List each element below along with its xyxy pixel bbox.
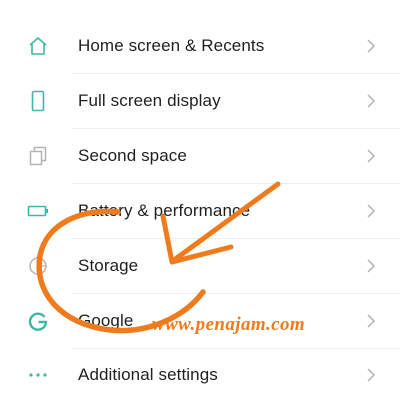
chevron-right-icon xyxy=(366,38,376,54)
settings-item-battery-performance[interactable]: Battery & performance xyxy=(0,184,400,238)
home-icon xyxy=(26,34,50,58)
settings-item-label: Storage xyxy=(78,256,139,275)
copy-icon xyxy=(26,144,50,168)
settings-item-second-space[interactable]: Second space xyxy=(0,129,400,183)
settings-item-label: Full screen display xyxy=(78,91,221,110)
chevron-right-icon xyxy=(366,367,376,383)
storage-icon xyxy=(26,254,50,278)
settings-item-label: Google xyxy=(78,311,134,330)
settings-item-full-screen-display[interactable]: Full screen display xyxy=(0,74,400,128)
chevron-right-icon xyxy=(366,148,376,164)
google-icon xyxy=(26,309,50,333)
more-icon xyxy=(26,363,50,387)
chevron-right-icon xyxy=(366,93,376,109)
settings-item-home-screen[interactable]: Home screen & Recents xyxy=(0,19,400,73)
chevron-right-icon xyxy=(366,203,376,219)
settings-item-label: Additional settings xyxy=(78,365,218,384)
watermark-text: www.penajam.com xyxy=(152,314,306,335)
settings-screen: Home screen & Recents Full screen displa… xyxy=(0,0,400,400)
chevron-right-icon xyxy=(366,258,376,274)
chevron-right-icon xyxy=(366,313,376,329)
phone-icon xyxy=(26,89,50,113)
battery-icon xyxy=(26,199,50,223)
settings-item-label: Second space xyxy=(78,146,187,165)
settings-item-storage[interactable]: Storage xyxy=(0,239,400,293)
settings-item-additional-settings[interactable]: Additional settings xyxy=(0,348,400,400)
settings-item-label: Battery & performance xyxy=(78,201,251,220)
settings-item-label: Home screen & Recents xyxy=(78,36,265,55)
